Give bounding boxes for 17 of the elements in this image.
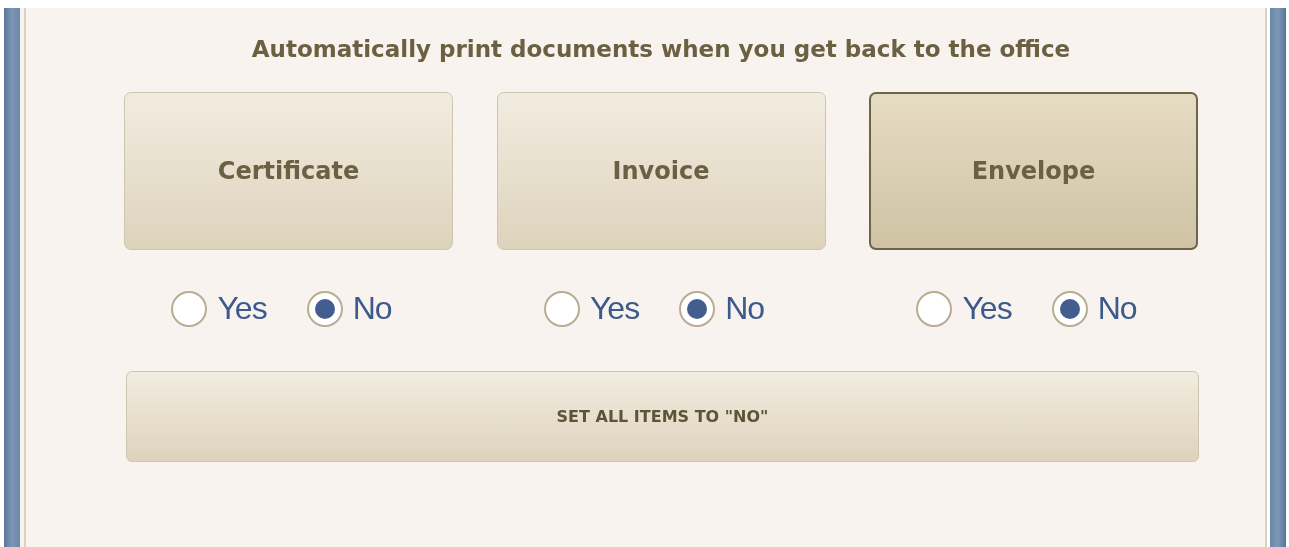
reset-button[interactable]: SET ALL ITEMS TO "NO": [126, 371, 1199, 462]
radio-label[interactable]: No: [725, 290, 765, 327]
radio-button[interactable]: [543, 290, 580, 327]
radio-label[interactable]: No: [352, 290, 392, 327]
radio-label[interactable]: Yes: [962, 290, 1012, 327]
radio-button[interactable]: [679, 290, 716, 327]
radio-label[interactable]: Yes: [589, 290, 640, 327]
radio-button[interactable]: [306, 290, 343, 327]
document-button[interactable]: Envelope: [869, 92, 1198, 250]
heading: Automatically print documents when you get back to the office: [250, 36, 1072, 62]
radio-button[interactable]: [1051, 290, 1088, 327]
radio-button[interactable]: [916, 290, 953, 327]
document-button[interactable]: Certificate: [124, 92, 453, 250]
radio-button[interactable]: [171, 290, 208, 327]
radio-label[interactable]: Yes: [217, 290, 267, 327]
document-button[interactable]: Invoice: [496, 92, 826, 250]
radio-label[interactable]: No: [1097, 290, 1137, 327]
